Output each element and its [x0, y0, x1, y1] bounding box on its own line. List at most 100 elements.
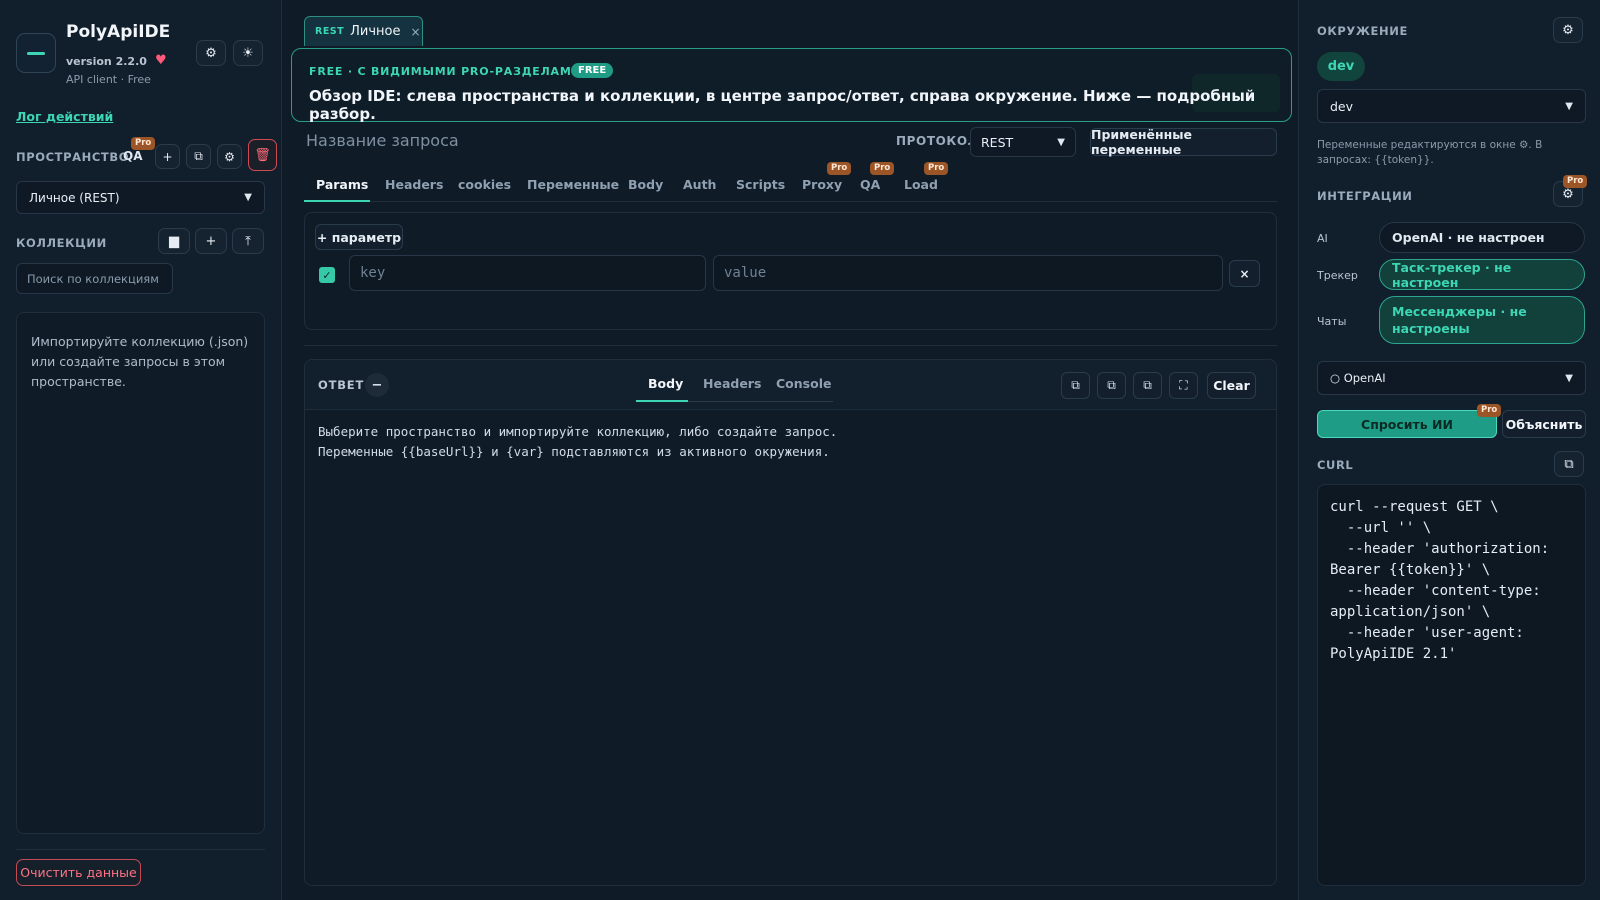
- environment-heading: ОКРУЖЕНИЕ: [1317, 24, 1408, 38]
- copy-icon: ⧉: [1143, 378, 1152, 392]
- tab-proxy[interactable]: Proxy: [802, 177, 842, 192]
- app-logo: [16, 33, 56, 73]
- space-select[interactable]: Личное (REST) ▼: [16, 181, 265, 214]
- environment-settings-button[interactable]: ⚙: [1553, 17, 1583, 43]
- copy-curl-button[interactable]: ⧉: [1554, 451, 1584, 477]
- request-tabs: Params Headers cookies Переменные Body A…: [304, 162, 1277, 202]
- pro-badge: Pro: [1563, 175, 1588, 188]
- response-body: Выберите пространство и импортируйте кол…: [318, 424, 838, 459]
- heart-icon[interactable]: ♥: [155, 53, 167, 68]
- tab-variables[interactable]: Переменные: [527, 177, 619, 192]
- close-icon: ×: [1239, 266, 1250, 281]
- add-param-button[interactable]: + параметр: [315, 224, 403, 250]
- sun-icon: ☀: [242, 45, 254, 61]
- chevron-down-icon: ▼: [1057, 136, 1065, 148]
- banner-text: Обзор IDE: слева пространства и коллекци…: [309, 87, 1256, 123]
- integration-tracker-pill[interactable]: Таск-трекер · не настроен: [1379, 259, 1585, 290]
- space-qa-tab[interactable]: QA: [123, 149, 143, 163]
- app-version: version 2.2.0: [66, 55, 147, 68]
- response-tab-console[interactable]: Console: [776, 376, 831, 391]
- ai-provider-select[interactable]: ○ OpenAI ▼: [1317, 361, 1586, 395]
- integration-chats-pill[interactable]: Мессенджеры · не настроены: [1379, 296, 1585, 344]
- expand-icon: ⛶: [1179, 378, 1188, 392]
- copy-raw-button[interactable]: ⧉: [1133, 372, 1162, 399]
- tab-body[interactable]: Body: [628, 177, 663, 192]
- copy-icon: ⧉: [1107, 378, 1116, 392]
- space-settings-button[interactable]: ⚙: [217, 144, 242, 169]
- copy-headers-button[interactable]: ⧉: [1097, 372, 1126, 399]
- params-panel: + параметр ✓ key value ×: [304, 212, 1277, 330]
- action-log-link[interactable]: Лог действий: [16, 109, 113, 124]
- applied-variables-button[interactable]: Применённые переменные: [1090, 127, 1277, 157]
- ask-ai-button[interactable]: Спросить ИИ: [1317, 410, 1497, 438]
- active-environment-chip[interactable]: dev: [1317, 52, 1365, 81]
- tab-load[interactable]: Load: [904, 177, 938, 192]
- add-collection-button[interactable]: +: [195, 228, 227, 254]
- overview-banner: FREE · С ВИДИМЫМИ PRO-РАЗДЕЛАМИ FREE Обз…: [291, 48, 1292, 123]
- tab-headers[interactable]: Headers: [385, 177, 443, 192]
- duplicate-space-button[interactable]: ⧉: [186, 144, 211, 169]
- copy-response-button[interactable]: ⧉: [1061, 372, 1090, 399]
- environment-select[interactable]: dev ▼: [1317, 89, 1586, 123]
- collections-search-input[interactable]: Поиск по коллекциям: [16, 263, 173, 294]
- divider: [16, 849, 265, 850]
- param-enabled-checkbox[interactable]: ✓: [319, 267, 335, 283]
- param-key-input[interactable]: key: [349, 255, 706, 291]
- collections-heading: КОЛЛЕКЦИИ: [16, 236, 107, 250]
- tab-qa[interactable]: QA: [860, 177, 880, 192]
- banner-kicker: FREE · С ВИДИМЫМИ PRO-РАЗДЕЛАМИ: [309, 65, 582, 78]
- copy-icon: ⧉: [1564, 456, 1574, 472]
- collapse-response-button[interactable]: −: [365, 373, 389, 397]
- tab-scripts[interactable]: Scripts: [736, 177, 785, 192]
- copy-icon: ⧉: [1071, 378, 1080, 392]
- active-tab-indicator: [304, 200, 370, 202]
- pro-badge: Pro: [827, 162, 852, 175]
- import-collection-button[interactable]: ⤒: [232, 228, 264, 254]
- curl-snippet: curl --request GET \ --url '' \ --header…: [1317, 484, 1586, 886]
- pro-badge: Pro: [870, 162, 895, 175]
- request-tab-name: Личное: [350, 24, 401, 39]
- settings-button[interactable]: ⚙: [196, 40, 226, 66]
- app-subtitle: API client · Free: [66, 73, 151, 86]
- chevron-down-icon: ▼: [1565, 100, 1573, 112]
- response-tab-headers[interactable]: Headers: [703, 376, 761, 391]
- pro-badge: Pro: [131, 137, 156, 150]
- close-icon[interactable]: ×: [411, 25, 421, 39]
- fullscreen-button[interactable]: ⛶: [1169, 372, 1198, 399]
- free-badge: FREE: [571, 63, 614, 78]
- gear-icon: ⚙: [205, 45, 217, 61]
- main-panel: REST Личное × FREE · С ВИДИМЫМИ PRO-РАЗД…: [282, 0, 1298, 900]
- remove-param-button[interactable]: ×: [1229, 260, 1260, 287]
- response-header: ОТВЕТ − Body Headers Console ⧉ ⧉ ⧉ ⛶ Cle…: [305, 360, 1276, 410]
- tab-auth[interactable]: Auth: [683, 177, 716, 192]
- gear-icon: ⚙: [1562, 22, 1574, 38]
- folder-icon: ▆: [169, 233, 179, 249]
- clear-response-button[interactable]: Clear: [1207, 372, 1256, 399]
- add-space-button[interactable]: +: [155, 144, 180, 169]
- tab-params[interactable]: Params: [316, 177, 368, 192]
- response-tab-body[interactable]: Body: [648, 376, 683, 391]
- pro-badge: Pro: [924, 162, 949, 175]
- protocol-label: ПРОТОКОЛ: [896, 134, 979, 148]
- right-sidebar: ОКРУЖЕНИЕ ⚙ dev dev ▼ Переменные редакти…: [1298, 0, 1600, 900]
- response-panel: ОТВЕТ − Body Headers Console ⧉ ⧉ ⧉ ⛶ Cle…: [304, 359, 1277, 886]
- request-name-input[interactable]: Название запроса: [306, 131, 459, 150]
- tab-cookies[interactable]: cookies: [458, 177, 511, 192]
- integration-ai-pill[interactable]: OpenAI · не настроен: [1379, 222, 1585, 253]
- chevron-down-icon: ▼: [1565, 372, 1573, 384]
- request-tab[interactable]: REST Личное ×: [304, 16, 423, 46]
- integration-label-chats: Чаты: [1317, 315, 1347, 328]
- delete-space-button[interactable]: 🗑: [248, 139, 277, 171]
- integrations-heading: ИНТЕГРАЦИИ: [1317, 189, 1413, 203]
- explain-button[interactable]: Объяснить: [1502, 410, 1586, 438]
- protocol-select[interactable]: REST ▼: [970, 127, 1076, 157]
- theme-toggle-button[interactable]: ☀: [233, 40, 263, 66]
- active-tab-indicator: [636, 400, 688, 402]
- space-select-value: Личное (REST): [29, 190, 120, 205]
- clear-data-button[interactable]: Очистить данные: [16, 859, 141, 886]
- new-folder-button[interactable]: ▆: [158, 228, 190, 254]
- trash-icon: 🗑: [254, 147, 271, 163]
- protocol-select-value: REST: [981, 134, 1014, 150]
- minus-icon: −: [371, 377, 383, 393]
- param-value-input[interactable]: value: [713, 255, 1223, 291]
